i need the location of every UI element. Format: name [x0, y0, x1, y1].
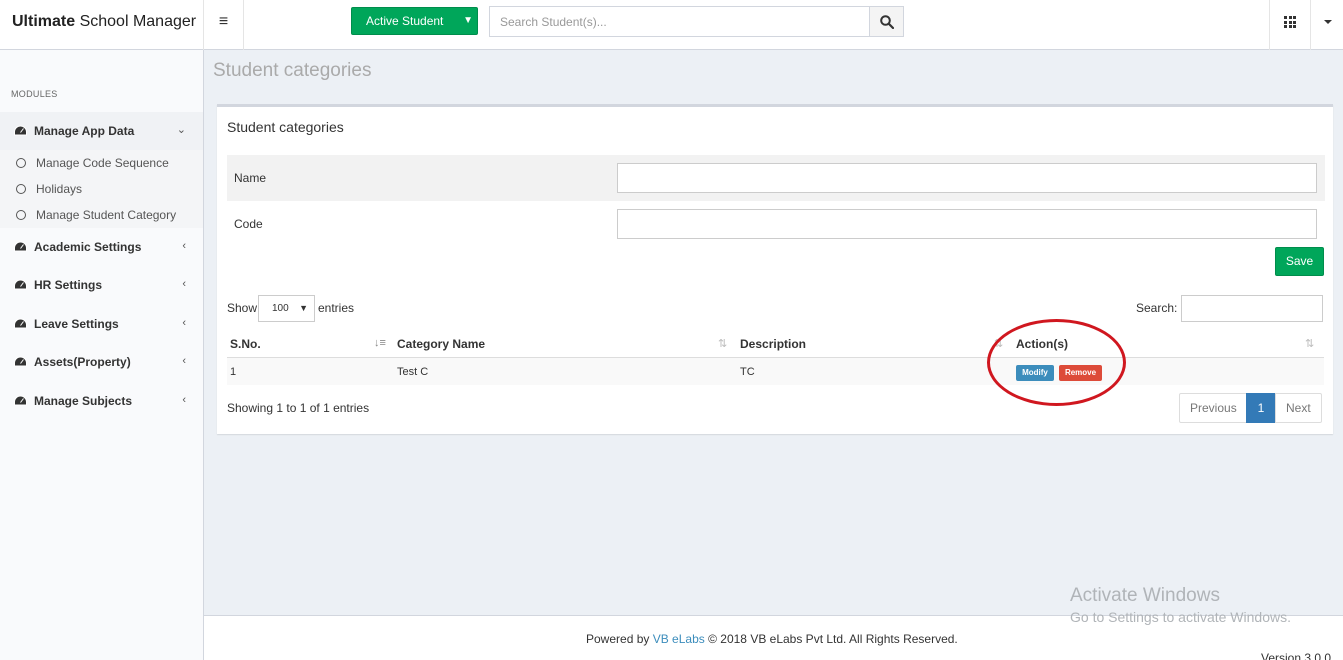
search-button[interactable] [869, 6, 904, 37]
pagination-previous[interactable]: Previous [1179, 393, 1247, 423]
active-student-label: Active Student [366, 14, 444, 28]
hamburger-icon: ≡ [218, 13, 229, 30]
grid-icon [1284, 16, 1296, 28]
cell-category-name: Test C [397, 366, 429, 378]
code-form-row: Code [227, 201, 1325, 247]
chevron-left-icon: ‹ [182, 278, 186, 290]
sidebar-item-manage-subjects[interactable]: Manage Subjects ‹ [0, 382, 203, 420]
page-title: Student categories [213, 60, 372, 81]
table-search-label: Search: [1136, 301, 1178, 315]
dashboard-icon [14, 356, 27, 367]
circle-icon [16, 184, 26, 194]
column-header-category-name[interactable]: Category Name [397, 337, 485, 351]
copyright-text: © 2018 VB eLabs Pvt Ltd. All Rights Rese… [708, 632, 958, 646]
dashboard-icon [14, 125, 27, 136]
active-student-dropdown-button[interactable]: Active Student ▼ [351, 7, 478, 35]
cell-description: TC [740, 366, 755, 378]
sidebar-item-label: Academic Settings [34, 240, 142, 254]
app-logo[interactable]: Ultimate School Manager [0, 0, 204, 50]
sidebar-item-manage-app-data[interactable]: Manage App Data ⌄ [0, 112, 203, 150]
sidebar-subitem-label: Manage Student Category [36, 208, 177, 222]
code-input[interactable] [617, 209, 1317, 239]
table-search-input[interactable] [1181, 295, 1323, 322]
student-categories-box: Student categories Name Code Save Show 1… [217, 104, 1333, 434]
dashboard-icon [14, 279, 27, 290]
footer: Powered by VB eLabs © 2018 VB eLabs Pvt … [204, 615, 1343, 660]
sort-icon[interactable]: ⇅ [718, 337, 727, 350]
entries-per-page-select[interactable]: 100 ▼ [258, 295, 315, 322]
chevron-left-icon: ‹ [182, 394, 186, 406]
sidebar-subitem-holidays[interactable]: Holidays [0, 176, 203, 202]
footer-text: Powered by VB eLabs © 2018 VB eLabs Pvt … [586, 632, 958, 646]
sidebar-item-label: Manage App Data [34, 124, 135, 138]
sort-asc-icon[interactable]: ↓≡ [374, 337, 386, 349]
app-title-bold: Ultimate [12, 13, 76, 30]
entries-label: entries [318, 301, 355, 315]
table-row [227, 357, 1324, 385]
sort-icon[interactable]: ⇅ [1305, 337, 1314, 350]
chevron-down-icon: ⌄ [176, 124, 186, 136]
name-form-row: Name [227, 155, 1325, 201]
sidebar-subitem-manage-code-sequence[interactable]: Manage Code Sequence [0, 150, 203, 176]
sidebar-item-hr-settings[interactable]: HR Settings ‹ [0, 266, 203, 304]
column-header-actions[interactable]: Action(s) [1016, 337, 1068, 351]
name-input[interactable] [617, 163, 1317, 193]
sidebar-item-assets-property[interactable]: Assets(Property) ‹ [0, 343, 203, 381]
column-header-description[interactable]: Description [740, 337, 806, 351]
name-label: Name [234, 171, 267, 185]
sidebar-item-label: Assets(Property) [34, 355, 131, 369]
sidebar-subitem-label: Holidays [36, 182, 83, 196]
modules-header: MODULES [11, 89, 58, 99]
sort-icon[interactable]: ⇅ [994, 337, 1003, 350]
user-menu-dropdown[interactable] [1310, 0, 1343, 50]
dashboard-icon [14, 318, 27, 329]
version-text: Version 3.0.0 [1261, 651, 1332, 660]
dashboard-icon [14, 395, 27, 406]
pagination-next[interactable]: Next [1275, 393, 1322, 423]
save-button[interactable]: Save [1275, 247, 1324, 276]
sidebar-subitem-label: Manage Code Sequence [36, 156, 169, 170]
code-label: Code [234, 217, 263, 231]
watermark-title: Activate Windows [1070, 585, 1220, 606]
circle-icon [16, 210, 26, 220]
student-search-input[interactable] [489, 6, 870, 37]
entries-value: 100 [272, 303, 289, 314]
app-title-rest: School Manager [75, 13, 197, 30]
caret-down-icon: ▼ [463, 15, 473, 26]
pagination-page-1[interactable]: 1 [1246, 393, 1276, 423]
show-label: Show [227, 301, 258, 315]
chevron-left-icon: ‹ [182, 355, 186, 367]
cell-sno: 1 [230, 366, 237, 378]
sidebar-item-leave-settings[interactable]: Leave Settings ‹ [0, 305, 203, 343]
sidebar-subitem-manage-student-category[interactable]: Manage Student Category [0, 202, 203, 228]
circle-icon [16, 158, 26, 168]
sidebar-item-label: Manage Subjects [34, 394, 133, 408]
chevron-left-icon: ‹ [182, 240, 186, 252]
vb-elabs-link[interactable]: VB eLabs [653, 632, 705, 646]
sidebar: MODULES Manage App Data ⌄ Manage Code Se… [0, 50, 204, 660]
powered-by-text: Powered by [586, 632, 650, 646]
caret-down-icon: ▼ [299, 303, 308, 313]
dashboard-icon [14, 241, 27, 252]
sidebar-item-academic-settings[interactable]: Academic Settings ‹ [0, 228, 203, 266]
modify-button[interactable]: Modify [1016, 365, 1054, 381]
sidebar-toggle-button[interactable]: ≡ [204, 0, 244, 50]
search-icon [880, 15, 894, 29]
sidebar-item-label: HR Settings [34, 278, 103, 292]
chevron-left-icon: ‹ [182, 317, 186, 329]
box-title: Student categories [227, 119, 344, 135]
remove-button[interactable]: Remove [1059, 365, 1102, 381]
caret-down-icon [1324, 20, 1332, 24]
sidebar-item-label: Leave Settings [34, 317, 119, 331]
top-navbar: Ultimate School Manager ≡ Active Student… [0, 0, 1343, 50]
column-header-sno[interactable]: S.No. [230, 337, 261, 351]
pagination: Previous 1 Next [1179, 393, 1322, 423]
apps-menu-button[interactable] [1269, 0, 1310, 50]
table-info-text: Showing 1 to 1 of 1 entries [227, 401, 370, 415]
